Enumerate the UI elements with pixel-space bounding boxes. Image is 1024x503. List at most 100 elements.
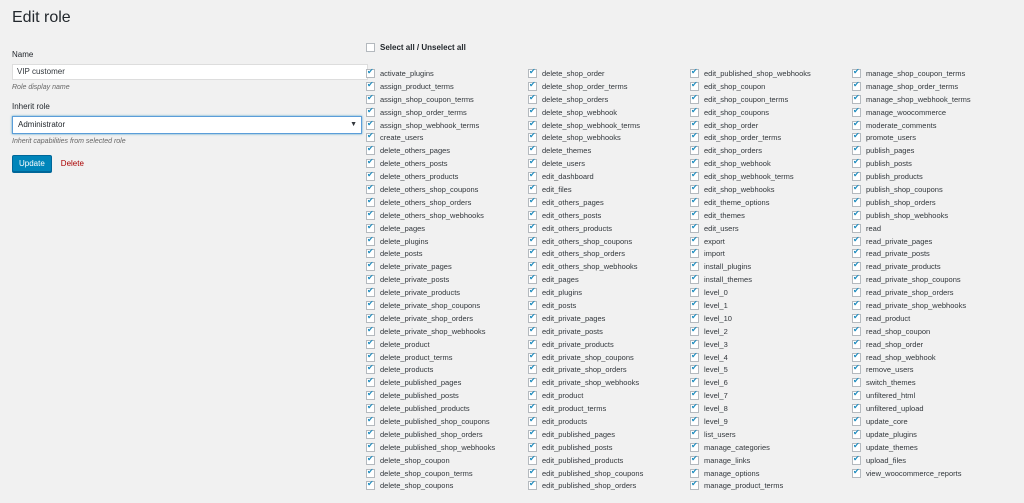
- capability-checkbox[interactable]: [852, 209, 861, 220]
- capability-checkbox[interactable]: [852, 93, 861, 104]
- capability-checkbox[interactable]: [528, 351, 537, 362]
- capability-item[interactable]: edit_shop_orders: [690, 144, 852, 157]
- capability-item[interactable]: delete_products: [366, 363, 528, 376]
- capability-checkbox[interactable]: [528, 312, 537, 323]
- capability-checkbox[interactable]: [366, 131, 375, 143]
- capability-item[interactable]: edit_users: [690, 222, 852, 235]
- capability-item[interactable]: assign_product_terms: [366, 80, 528, 93]
- capability-item[interactable]: delete_shop_order: [528, 67, 690, 80]
- update-button[interactable]: Update: [12, 155, 52, 172]
- capability-checkbox[interactable]: [690, 351, 699, 362]
- capability-checkbox[interactable]: [528, 273, 537, 285]
- capability-checkbox[interactable]: [528, 157, 537, 169]
- capability-item[interactable]: update_plugins: [852, 428, 1014, 441]
- capability-item[interactable]: level_1: [690, 299, 852, 312]
- capability-checkbox[interactable]: [852, 312, 861, 323]
- capability-checkbox[interactable]: [366, 170, 375, 182]
- capability-item[interactable]: edit_others_posts: [528, 209, 690, 222]
- capability-item[interactable]: publish_shop_coupons: [852, 183, 1014, 196]
- capability-item[interactable]: edit_shop_order_terms: [690, 131, 852, 144]
- capability-item[interactable]: edit_shop_coupons: [690, 106, 852, 119]
- capability-checkbox[interactable]: [690, 376, 699, 388]
- capability-item[interactable]: manage_shop_order_terms: [852, 80, 1014, 93]
- capability-checkbox[interactable]: [528, 454, 537, 465]
- capability-checkbox[interactable]: [852, 467, 861, 478]
- capability-checkbox[interactable]: [690, 106, 699, 117]
- capability-item[interactable]: publish_products: [852, 170, 1014, 183]
- capability-checkbox[interactable]: [852, 286, 861, 298]
- capability-item[interactable]: level_6: [690, 376, 852, 389]
- capability-item[interactable]: delete_published_shop_coupons: [366, 415, 528, 428]
- capability-item[interactable]: level_9: [690, 415, 852, 428]
- capability-checkbox[interactable]: [528, 80, 537, 91]
- capability-item[interactable]: delete_others_posts: [366, 157, 528, 170]
- capability-item[interactable]: edit_theme_options: [690, 196, 852, 209]
- capability-item[interactable]: edit_others_shop_orders: [528, 247, 690, 260]
- capability-checkbox[interactable]: [528, 144, 537, 156]
- capability-item[interactable]: read_shop_coupon: [852, 325, 1014, 338]
- capability-item[interactable]: delete_shop_coupon: [366, 454, 528, 467]
- capability-item[interactable]: delete_plugins: [366, 235, 528, 248]
- capability-checkbox[interactable]: [366, 415, 375, 426]
- capability-item[interactable]: edit_shop_webhooks: [690, 183, 852, 196]
- capability-item[interactable]: unfiltered_html: [852, 389, 1014, 402]
- capability-checkbox[interactable]: [690, 247, 699, 259]
- capability-checkbox[interactable]: [690, 325, 699, 336]
- capability-item[interactable]: read: [852, 222, 1014, 235]
- capability-item[interactable]: edit_published_shop_orders: [528, 479, 690, 493]
- capability-checkbox[interactable]: [366, 183, 375, 194]
- capability-item[interactable]: manage_links: [690, 454, 852, 467]
- select-all-toggle[interactable]: Select all / Unselect all: [366, 41, 1014, 53]
- capability-item[interactable]: delete_others_products: [366, 170, 528, 183]
- capability-item[interactable]: manage_woocommerce: [852, 106, 1014, 119]
- name-input[interactable]: VIP customer: [12, 64, 368, 80]
- capability-checkbox[interactable]: [852, 376, 861, 388]
- capability-item[interactable]: create_users: [366, 131, 528, 144]
- capability-item[interactable]: delete_published_shop_orders: [366, 428, 528, 441]
- capability-item[interactable]: delete_product_terms: [366, 351, 528, 364]
- capability-checkbox[interactable]: [366, 157, 375, 169]
- capability-item[interactable]: edit_shop_coupon_terms: [690, 93, 852, 106]
- capability-checkbox[interactable]: [852, 67, 861, 78]
- capability-checkbox[interactable]: [690, 312, 699, 323]
- capability-checkbox[interactable]: [366, 338, 375, 349]
- capability-item[interactable]: edit_published_products: [528, 454, 690, 467]
- capability-item[interactable]: edit_private_pages: [528, 312, 690, 325]
- capability-checkbox[interactable]: [852, 441, 861, 452]
- capability-item[interactable]: read_private_products: [852, 260, 1014, 273]
- capability-checkbox[interactable]: [366, 325, 375, 336]
- capability-checkbox[interactable]: [366, 312, 375, 323]
- capability-checkbox[interactable]: [690, 428, 699, 439]
- capability-item[interactable]: install_themes: [690, 273, 852, 286]
- capability-item[interactable]: level_8: [690, 402, 852, 415]
- capability-item[interactable]: read_private_posts: [852, 247, 1014, 260]
- capability-checkbox[interactable]: [366, 222, 375, 233]
- capability-checkbox[interactable]: [528, 196, 537, 207]
- capability-checkbox[interactable]: [690, 338, 699, 349]
- capability-checkbox[interactable]: [852, 80, 861, 91]
- capability-item[interactable]: publish_posts: [852, 157, 1014, 170]
- capability-item[interactable]: update_themes: [852, 441, 1014, 454]
- capability-checkbox[interactable]: [366, 80, 375, 91]
- capability-item[interactable]: assign_shop_webhook_terms: [366, 119, 528, 132]
- capability-checkbox[interactable]: [528, 441, 537, 452]
- capability-item[interactable]: edit_pages: [528, 273, 690, 286]
- capability-checkbox[interactable]: [690, 170, 699, 182]
- capability-checkbox[interactable]: [366, 286, 375, 298]
- capability-checkbox[interactable]: [528, 299, 537, 310]
- capability-item[interactable]: read_private_shop_webhooks: [852, 299, 1014, 312]
- capability-checkbox[interactable]: [852, 454, 861, 465]
- capability-item[interactable]: delete_shop_webhook: [528, 106, 690, 119]
- capability-checkbox[interactable]: [528, 222, 537, 233]
- inherit-role-select[interactable]: Administrator ▼: [12, 116, 362, 134]
- capability-item[interactable]: delete_shop_orders: [528, 93, 690, 106]
- capability-item[interactable]: promote_users: [852, 131, 1014, 144]
- capability-checkbox[interactable]: [366, 441, 375, 452]
- capability-item[interactable]: level_0: [690, 286, 852, 299]
- capability-checkbox[interactable]: [690, 157, 699, 169]
- capability-item[interactable]: edit_others_products: [528, 222, 690, 235]
- capability-item[interactable]: edit_published_pages: [528, 428, 690, 441]
- capability-item[interactable]: delete_others_shop_webhooks: [366, 209, 528, 222]
- capability-checkbox[interactable]: [690, 93, 699, 104]
- capability-checkbox[interactable]: [528, 247, 537, 259]
